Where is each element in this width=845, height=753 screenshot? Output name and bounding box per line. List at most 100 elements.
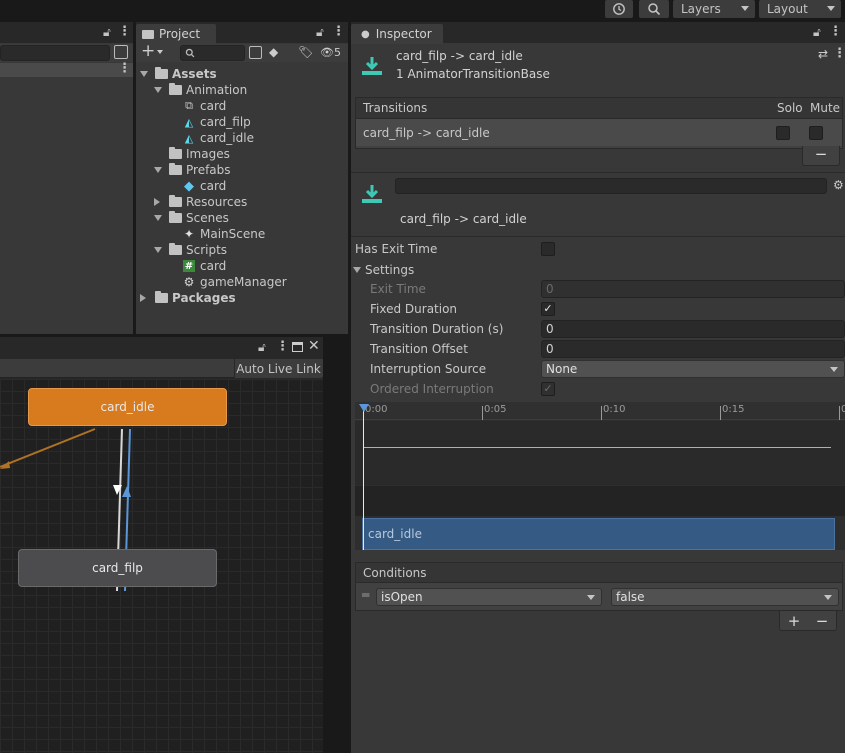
foldout-toggle[interactable] xyxy=(154,247,167,253)
project-search-input[interactable] xyxy=(180,45,245,61)
chevron-down-icon xyxy=(587,595,595,600)
condition-parameter-dropdown[interactable]: isOpen xyxy=(376,588,602,606)
project-tree-item[interactable]: ⚙ gameManager xyxy=(168,274,287,290)
project-tree-item[interactable]: Packages xyxy=(140,290,236,306)
has-exit-time-label: Has Exit Time xyxy=(355,242,438,256)
lock-icon[interactable]: 🔓︎ xyxy=(103,25,111,40)
transition-name-input[interactable] xyxy=(395,178,827,194)
project-tree-item[interactable]: ✦ MainScene xyxy=(168,226,265,242)
layers-dropdown[interactable]: Layers xyxy=(673,0,755,18)
kebab-menu-icon[interactable]: ⋮ xyxy=(276,339,289,354)
search-button[interactable] xyxy=(639,0,669,18)
project-tree-item[interactable]: ⧉ card xyxy=(168,98,226,114)
chevron-right-icon[interactable] xyxy=(140,294,146,302)
project-tree-item[interactable]: # card xyxy=(168,258,226,274)
ordered-interruption-checkbox: ✓ xyxy=(541,382,555,396)
kebab-menu-icon[interactable]: ⋮ xyxy=(332,24,345,39)
project-tree-item[interactable]: Assets xyxy=(140,66,217,82)
chevron-down-icon[interactable] xyxy=(154,247,162,253)
header-title: card_filp -> card_idle xyxy=(396,49,523,63)
transition-label: card_filp -> card_idle xyxy=(400,212,527,226)
gear-icon[interactable]: ⚙ xyxy=(833,178,844,192)
transition-row[interactable]: card_filp -> card_idle xyxy=(356,119,842,146)
timeline-clip-card-idle[interactable]: card_idle xyxy=(362,518,835,550)
timeline-tick xyxy=(720,406,721,420)
chevron-right-icon[interactable] xyxy=(154,198,160,206)
project-tree-item-label: card xyxy=(200,99,227,113)
foldout-toggle[interactable] xyxy=(154,167,167,173)
fixed-duration-checkbox[interactable]: ✓ xyxy=(541,302,555,316)
auto-live-link-button[interactable]: Auto Live Link xyxy=(234,359,322,378)
project-panel: Project 🔓︎ ⋮ + ◆ 🏷︎ 👁︎5 Assets Animation ⧉… xyxy=(136,22,348,334)
project-tree-item[interactable]: Images xyxy=(154,146,230,162)
settings-foldout[interactable]: Settings xyxy=(353,262,414,278)
foldout-toggle[interactable] xyxy=(154,215,167,221)
project-tree-item[interactable]: Scenes xyxy=(154,210,229,226)
scene-search-icon[interactable] xyxy=(114,45,128,59)
kebab-menu-icon[interactable]: ⋮ xyxy=(833,46,845,61)
chevron-down-icon[interactable] xyxy=(154,167,162,173)
transition-offset-field[interactable]: 0 xyxy=(541,340,845,358)
hierarchy-search-input[interactable] xyxy=(0,45,110,61)
playhead[interactable] xyxy=(363,406,364,550)
interruption-source-value: None xyxy=(546,362,578,376)
has-exit-time-checkbox[interactable] xyxy=(541,242,555,256)
filter-by-type-icon[interactable]: ◆ xyxy=(269,45,278,59)
transition-duration-field[interactable]: 0 xyxy=(541,320,845,338)
layout-dropdown[interactable]: Layout xyxy=(759,0,841,18)
project-toolbar: + ◆ 🏷︎ 👁︎5 xyxy=(136,41,348,62)
foldout-toggle[interactable] xyxy=(154,87,167,93)
lock-icon[interactable]: 🔓︎ xyxy=(258,340,266,355)
drag-handle-icon[interactable]: ═ xyxy=(362,588,369,602)
kebab-menu-icon[interactable]: ⋮ xyxy=(118,24,131,39)
project-tree-item[interactable]: ◭ card_filp xyxy=(168,114,251,130)
interruption-source-label: Interruption Source xyxy=(370,362,487,376)
settings-label: Settings xyxy=(365,263,415,277)
search-by-type-icon[interactable] xyxy=(249,46,262,59)
lock-icon[interactable]: 🔓︎ xyxy=(813,25,821,40)
folder-icon xyxy=(142,29,154,39)
tab-inspector[interactable]: ● Inspector xyxy=(351,24,443,44)
project-tree-item[interactable]: ◭ card_idle xyxy=(168,130,254,146)
project-tree-item[interactable]: ◆ card xyxy=(168,178,226,194)
lock-icon[interactable]: 🔓︎ xyxy=(316,25,324,40)
project-tree-item[interactable]: Resources xyxy=(154,194,247,210)
state-node-card-idle[interactable]: card_idle xyxy=(28,388,227,426)
project-tree-item[interactable]: Prefabs xyxy=(154,162,231,178)
folder-icon xyxy=(153,67,169,81)
remove-transition-button[interactable]: − xyxy=(802,146,840,166)
foldout-toggle[interactable] xyxy=(154,198,167,206)
project-tree-item-label: Prefabs xyxy=(186,163,231,177)
history-button[interactable] xyxy=(605,0,633,18)
folder-icon xyxy=(167,211,183,225)
condition-row[interactable]: ═ isOpen false xyxy=(356,583,842,610)
preset-settings-icon[interactable]: ⇄ xyxy=(818,47,828,61)
foldout-toggle[interactable] xyxy=(140,294,153,302)
chevron-down-icon[interactable] xyxy=(140,71,148,77)
kebab-menu-icon[interactable]: ⋮ xyxy=(118,61,131,76)
transition-timeline[interactable]: 0:000:050:100:150:20 card_idle xyxy=(355,402,845,550)
create-button[interactable]: + xyxy=(141,41,155,61)
project-tree-item[interactable]: Scripts xyxy=(154,242,227,258)
playhead-marker-icon[interactable] xyxy=(359,404,369,412)
chevron-down-icon[interactable] xyxy=(154,87,162,93)
foldout-toggle[interactable] xyxy=(140,71,153,77)
add-condition-button[interactable]: + xyxy=(788,612,801,630)
divider xyxy=(351,236,845,237)
remove-condition-button[interactable]: − xyxy=(816,612,829,630)
close-icon[interactable]: ✕ xyxy=(308,338,320,354)
scene-header-row[interactable]: ⋮ xyxy=(0,61,133,77)
state-node-card-filp[interactable]: card_filp xyxy=(18,549,217,587)
project-tree: Assets Animation ⧉ card ◭ card_filp ◭ card_idle… xyxy=(136,66,348,334)
mute-checkbox[interactable] xyxy=(809,126,823,140)
kebab-menu-icon[interactable]: ⋮ xyxy=(829,24,842,39)
animator-graph[interactable]: card_idle card_filp xyxy=(0,379,323,753)
solo-checkbox[interactable] xyxy=(776,126,790,140)
label-tag-icon[interactable]: 🏷︎ xyxy=(298,45,313,59)
maximize-icon[interactable] xyxy=(292,342,303,352)
interruption-source-dropdown[interactable]: None xyxy=(541,360,845,378)
project-tree-item[interactable]: Animation xyxy=(154,82,247,98)
hidden-packages-button[interactable]: 👁︎5 xyxy=(320,46,341,59)
condition-value-dropdown[interactable]: false xyxy=(611,588,839,606)
chevron-down-icon[interactable] xyxy=(154,215,162,221)
